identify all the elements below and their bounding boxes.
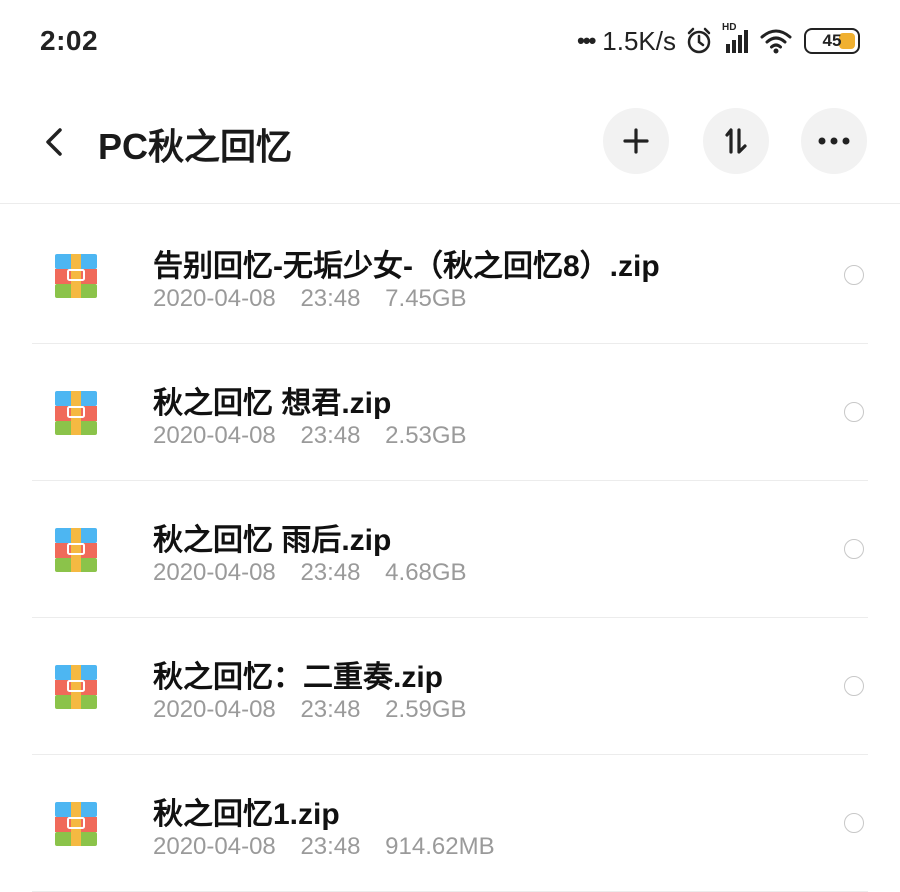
sort-button[interactable] [703, 108, 769, 174]
file-date: 2020-04-08 [153, 422, 276, 449]
file-row[interactable]: 秋之回忆1.zip 2020-04-08 23:48 914.62MB [0, 755, 900, 892]
signal-icon: HD [722, 22, 752, 56]
page-title: PC秋之回忆 [98, 126, 293, 167]
file-name: 秋之回忆 雨后.zip [153, 524, 392, 557]
select-checkbox[interactable] [844, 676, 864, 696]
file-size: 7.45GB [385, 285, 467, 312]
file-time: 23:48 [300, 696, 361, 723]
select-checkbox[interactable] [844, 539, 864, 559]
file-name: 秋之回忆 想君.zip [153, 387, 392, 420]
back-button[interactable] [32, 120, 76, 164]
status-bar: 2:02 ••• 1.5K/s HD 45 [0, 0, 900, 82]
battery-indicator: 45 [804, 28, 860, 54]
file-row[interactable]: 告别回忆-无垢少女-（秋之回忆8）.zip 2020-04-08 23:48 7… [0, 207, 900, 344]
sort-icon [725, 128, 747, 154]
plus-icon [623, 128, 649, 154]
add-button[interactable] [603, 108, 669, 174]
select-checkbox[interactable] [844, 402, 864, 422]
notification-dots: ••• [577, 28, 596, 53]
file-time: 23:48 [300, 559, 361, 586]
zip-archive-icon [55, 391, 97, 435]
alarm-icon [684, 26, 714, 56]
file-name: 告别回忆-无垢少女-（秋之回忆8）.zip [153, 250, 660, 283]
file-row[interactable]: 秋之回忆：二重奏.zip 2020-04-08 23:48 2.59GB [0, 618, 900, 755]
file-name: 秋之回忆：二重奏.zip [153, 661, 443, 694]
file-date: 2020-04-08 [153, 833, 276, 860]
zip-archive-icon [55, 528, 97, 572]
file-date: 2020-04-08 [153, 696, 276, 723]
file-name: 秋之回忆1.zip [153, 798, 340, 831]
signal-hd-label: HD [722, 22, 737, 33]
zip-archive-icon [55, 802, 97, 846]
file-row[interactable]: 秋之回忆 雨后.zip 2020-04-08 23:48 4.68GB [0, 481, 900, 618]
file-list: 告别回忆-无垢少女-（秋之回忆8）.zip 2020-04-08 23:48 7… [0, 207, 900, 892]
file-date: 2020-04-08 [153, 285, 276, 312]
chevron-left-icon [46, 128, 62, 156]
file-time: 23:48 [300, 833, 361, 860]
title-bar: PC秋之回忆 [0, 82, 900, 204]
wifi-icon [760, 26, 792, 56]
file-date: 2020-04-08 [153, 559, 276, 586]
select-checkbox[interactable] [844, 813, 864, 833]
network-speed: 1.5K/s [602, 25, 676, 56]
file-size: 2.53GB [385, 422, 467, 449]
zip-archive-icon [55, 665, 97, 709]
file-size: 2.59GB [385, 696, 467, 723]
file-meta: 2020-04-08 23:48 7.45GB [153, 285, 481, 313]
file-meta: 2020-04-08 23:48 2.59GB [153, 696, 481, 724]
status-time: 2:02 [40, 25, 99, 56]
file-size: 914.62MB [385, 833, 495, 860]
file-size: 4.68GB [385, 559, 467, 586]
battery-level: 45 [822, 31, 842, 50]
select-checkbox[interactable] [844, 265, 864, 285]
more-options-button[interactable] [801, 108, 867, 174]
status-indicators: ••• 1.5K/s HD 45 [577, 22, 860, 57]
file-meta: 2020-04-08 23:48 2.53GB [153, 422, 481, 450]
zip-archive-icon [55, 254, 97, 298]
file-meta: 2020-04-08 23:48 914.62MB [153, 833, 509, 861]
file-row[interactable]: 秋之回忆 想君.zip 2020-04-08 23:48 2.53GB [0, 344, 900, 481]
more-horizontal-icon [818, 137, 850, 145]
file-time: 23:48 [300, 285, 361, 312]
file-meta: 2020-04-08 23:48 4.68GB [153, 559, 481, 587]
file-time: 23:48 [300, 422, 361, 449]
